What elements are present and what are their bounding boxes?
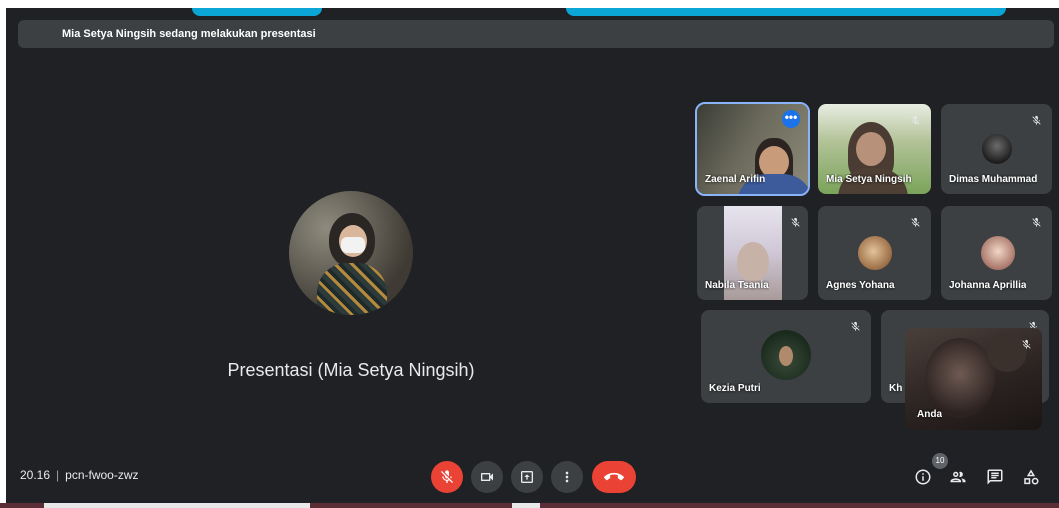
end-call-icon [604,472,624,481]
meeting-time: 20.16 [20,468,51,482]
participant-name: Nabila Tsania [705,280,769,291]
presenter-avatar [289,191,413,315]
participant-tile[interactable]: ••• Zaenal Arifin [695,102,810,196]
participant-name: Johanna Aprillia [949,280,1027,291]
decorative-shape [566,8,1006,16]
meeting-info: 20.16 | pcn-fwoo-zwz [20,468,139,482]
participant-tile[interactable]: Kezia Putri [701,310,871,403]
bottom-toolbar: 20.16 | pcn-fwoo-zwz 10 [6,453,1059,504]
participant-name: Kezia Putri [709,383,761,394]
participant-count-badge: 10 [932,453,948,469]
participant-name: Agnes Yohana [826,280,895,291]
decorative-shape [192,8,322,16]
activities-button[interactable] [1018,464,1044,490]
meeting-code: pcn-fwoo-zwz [65,468,139,482]
mic-off-icon [785,212,805,232]
mic-off-icon [1026,212,1046,232]
avatar [761,330,811,380]
mic-off-icon [905,110,925,130]
leave-call-button[interactable] [592,461,636,493]
mic-toggle-button[interactable] [431,461,463,493]
participant-tile[interactable]: Agnes Yohana [818,206,931,300]
chat-icon [987,469,1003,485]
participant-tile[interactable]: Dimas Muhammad [941,104,1052,194]
mic-off-icon [1016,334,1036,354]
mic-off-icon [905,212,925,232]
mic-off-icon [845,316,865,336]
camera-icon [481,473,493,481]
meeting-details-button[interactable] [910,464,936,490]
avatar [858,236,892,270]
participant-tile[interactable]: Johanna Aprillia [941,206,1052,300]
meet-window: Mia Setya Ningsih sedang melakukan prese… [6,8,1059,504]
more-vert-icon [565,471,569,483]
present-now-button[interactable] [511,461,543,493]
people-icon [950,471,966,483]
people-button[interactable] [945,464,971,490]
present-screen-icon [521,471,533,483]
more-options-icon[interactable]: ••• [782,110,800,128]
participant-name: Kh [889,383,903,394]
activities-icon [1024,469,1039,485]
camera-toggle-button[interactable] [471,461,503,493]
mic-off-icon [441,470,453,483]
participant-name: Dimas Muhammad [949,174,1038,185]
participant-tile[interactable]: Nabila Tsania [697,206,808,300]
self-view-tile[interactable]: Anda [905,328,1042,430]
separator: | [56,468,60,482]
presenting-banner: Mia Setya Ningsih sedang melakukan prese… [18,20,1054,48]
participant-name: Zaenal Arifin [705,174,766,185]
more-options-button[interactable] [551,461,583,493]
avatar [982,134,1012,164]
info-icon [915,469,931,485]
participant-tile[interactable]: Mia Setya Ningsih [818,104,931,194]
self-name: Anda [917,409,942,420]
participant-name: Mia Setya Ningsih [826,174,912,185]
bottom-edge-strip [0,503,1059,508]
chat-button[interactable] [982,464,1008,490]
avatar [981,236,1015,270]
mic-off-icon [1026,110,1046,130]
presentation-label: Presentasi (Mia Setya Ningsih) [227,360,475,380]
